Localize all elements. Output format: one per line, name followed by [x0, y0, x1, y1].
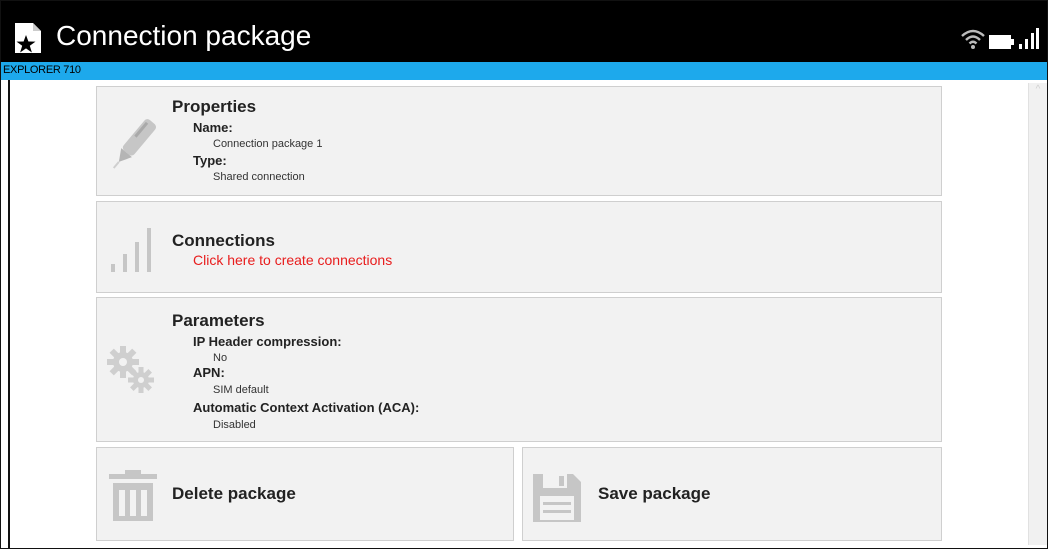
apn-value: SIM default — [213, 384, 269, 396]
signal-bars-icon — [111, 228, 151, 272]
scrollbar[interactable]: ^ — [1028, 83, 1047, 545]
parameters-title: Parameters — [172, 311, 265, 330]
parameters-card[interactable]: Parameters IP Header compression: No APN… — [96, 297, 942, 442]
gears-icon — [107, 346, 154, 393]
apn-label: APN: — [193, 365, 225, 380]
delete-package-button[interactable]: Delete package — [96, 447, 514, 541]
delete-package-label: Delete package — [172, 484, 296, 503]
ip-header-value: No — [213, 352, 228, 364]
device-name: EXPLORER 710 — [3, 64, 81, 76]
sim-star-icon — [15, 23, 41, 53]
type-label: Type: — [193, 153, 227, 168]
name-label: Name: — [193, 120, 233, 135]
aca-label: Automatic Context Activation (ACA): — [193, 400, 420, 415]
device-name-bar: EXPLORER 710 — [1, 62, 1047, 80]
ip-header-label: IP Header compression: — [193, 334, 342, 349]
aca-value: Disabled — [213, 419, 256, 431]
properties-card[interactable]: Properties Name: Connection package 1 Ty… — [96, 86, 942, 196]
pen-icon — [112, 119, 157, 169]
trash-icon — [109, 470, 157, 521]
signal-bars-icon — [1019, 28, 1039, 49]
scroll-up-icon[interactable]: ^ — [1029, 83, 1047, 97]
floppy-disk-icon — [533, 474, 581, 522]
page-title: Connection package — [56, 20, 312, 51]
type-value: Shared connection — [213, 171, 305, 183]
connections-card[interactable]: Connections Click here to create connect… — [96, 201, 942, 293]
wifi-icon — [961, 29, 985, 49]
create-connections-link[interactable]: Click here to create connections — [193, 252, 392, 268]
name-value: Connection package 1 — [213, 138, 323, 150]
properties-title: Properties — [172, 97, 257, 116]
divider — [8, 80, 10, 548]
save-package-button[interactable]: Save package — [522, 447, 942, 541]
title-bar: Connection package — [1, 9, 1047, 62]
connections-title: Connections — [172, 231, 275, 250]
save-package-label: Save package — [598, 484, 711, 503]
battery-icon — [989, 35, 1014, 49]
status-icons — [961, 26, 1039, 50]
device-frame: Connection package EXPLORER 710 Properti… — [0, 0, 1048, 549]
